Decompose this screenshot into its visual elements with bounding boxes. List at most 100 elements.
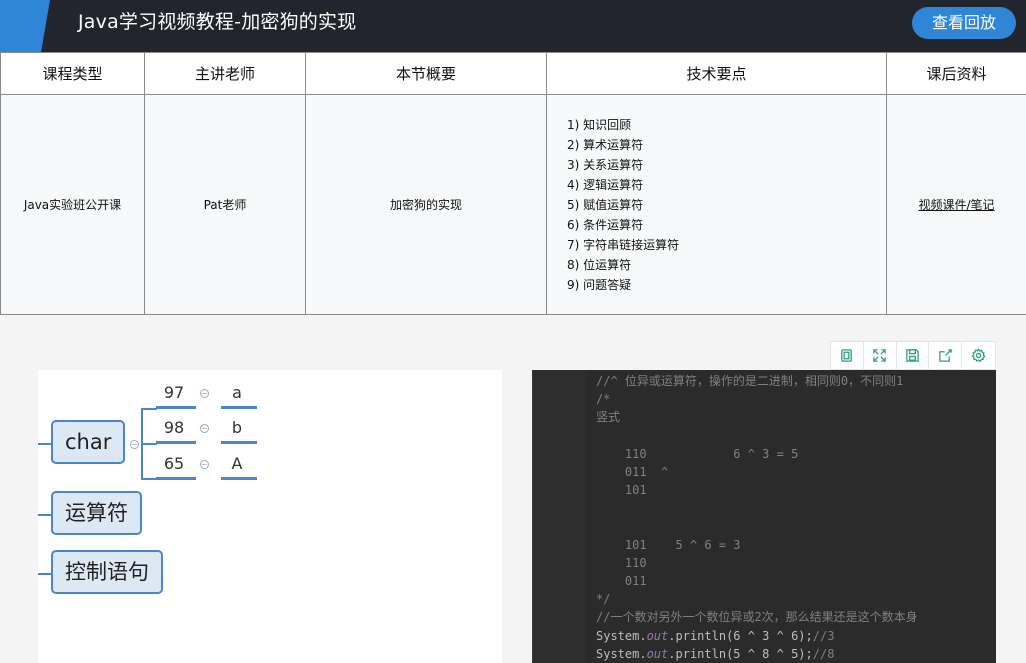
mindmap-node-char[interactable]: char — [51, 420, 126, 464]
code-line: 011 ^ — [596, 463, 918, 481]
code-comment: 011 — [596, 574, 647, 589]
code-comment: 110 6 ^ 3 = 5 — [596, 446, 799, 461]
list-item: 3) 关系运算符 — [567, 157, 644, 172]
code-viewer: //^ 位异或运算符，操作的是二进制，相同则0，不同则1 /* 竖式 110 6 ^… — [532, 370, 996, 663]
teacher-cell: Pat老师 — [144, 94, 306, 315]
materials-cell: 视频课件/笔记 — [886, 94, 1026, 315]
summary-cell: 加密狗的实现 — [305, 94, 547, 315]
connector-line — [141, 408, 157, 410]
copy-button[interactable] — [831, 342, 864, 369]
code-comment: 竖式 — [596, 410, 621, 425]
course-type-cell: Java实验班公开课 — [0, 94, 145, 315]
code-line: 101 5 ^ 6 = 3 — [596, 536, 918, 554]
code-line: //^ 位异或运算符，操作的是二进制，相同则0，不同则1 — [596, 372, 918, 390]
leaf-underline — [221, 441, 257, 444]
code-token: .println(6 ^ 3 ^ 6); — [668, 628, 813, 643]
code-line: System.out.println(5 ^ 8 ^ 5);//8 — [596, 645, 918, 663]
collapse-icon[interactable]: − — [130, 440, 139, 449]
connector-line — [141, 478, 157, 480]
mindmap-leaf-code[interactable]: 65 — [156, 454, 192, 473]
page-header: Java学习视频教程-加密狗的实现 查看回放 — [0, 0, 1026, 52]
save-button[interactable] — [897, 342, 930, 369]
code-line: System.out.println(6 ^ 3 ^ 6);//3 — [596, 627, 918, 645]
settings-icon — [971, 348, 986, 363]
header-accent — [0, 0, 50, 52]
line-gutter — [533, 370, 587, 663]
code-token: //8 — [812, 646, 835, 661]
collapse-icon[interactable]: − — [200, 424, 209, 433]
list-item: 8) 位运算符 — [567, 257, 632, 272]
leaf-underline — [221, 406, 257, 409]
collapse-icon[interactable]: − — [200, 460, 209, 469]
code-comment: */ — [596, 592, 611, 607]
code-comment: 101 5 ^ 6 = 3 — [596, 537, 741, 552]
code-comment: 110 — [596, 555, 647, 570]
header-materials: 课后资料 — [886, 52, 1026, 95]
fullscreen-button[interactable] — [864, 342, 897, 369]
mindmap-panel: char − 97 − a 98 − b 65 − A 运算符 控制语句 — [38, 370, 502, 663]
mindmap-node-operators[interactable]: 运算符 — [51, 491, 142, 535]
course-info-table: 课程类型 主讲老师 本节概要 技术要点 课后资料 Java实验班公开课 Pat老… — [0, 52, 1026, 315]
list-item: 5) 赋值运算符 — [567, 197, 644, 212]
mindmap-leaf-char[interactable]: A — [219, 454, 255, 473]
list-item: 7) 字符串链接运算符 — [567, 237, 680, 252]
connector-line — [38, 514, 51, 516]
code-comment: //^ 位异或运算符，操作的是二进制，相同则0，不同则1 — [596, 374, 904, 388]
mindmap-leaf-code[interactable]: 98 — [156, 418, 192, 437]
view-replay-button[interactable]: 查看回放 — [912, 7, 1016, 39]
save-icon — [906, 349, 919, 362]
share-button[interactable] — [929, 342, 963, 369]
table-row: Java实验班公开课 Pat老师 加密狗的实现 1) 知识回顾 2) 算术运算符… — [0, 94, 1026, 315]
code-line: 110 6 ^ 3 = 5 — [596, 445, 918, 463]
list-item: 4) 逻辑运算符 — [567, 177, 644, 192]
mindmap-node-control[interactable]: 控制语句 — [51, 550, 163, 594]
table-header-row: 课程类型 主讲老师 本节概要 技术要点 课后资料 — [0, 52, 1026, 95]
viewer-toolbar — [830, 341, 996, 370]
code-line: 101 — [596, 481, 918, 499]
copy-icon — [841, 349, 853, 362]
leaf-underline — [156, 477, 196, 480]
settings-button[interactable] — [962, 342, 995, 369]
page-title: Java学习视频教程-加密狗的实现 — [78, 11, 357, 33]
fullscreen-icon — [873, 349, 886, 362]
code-token: out — [646, 628, 669, 643]
code-line: 110 — [596, 554, 918, 572]
header-tech-points: 技术要点 — [546, 52, 887, 95]
connector-line — [141, 443, 157, 445]
materials-link[interactable]: 视频课件/笔记 — [918, 198, 994, 212]
code-content: //^ 位异或运算符，操作的是二进制，相同则0，不同则1 /* 竖式 110 6 ^… — [596, 372, 918, 663]
leaf-underline — [156, 441, 196, 444]
code-token: //3 — [812, 628, 835, 643]
code-token: out — [646, 646, 669, 661]
header-summary: 本节概要 — [305, 52, 547, 95]
list-item: 1) 知识回顾 — [567, 117, 632, 132]
code-line: 竖式 — [596, 408, 918, 426]
share-icon — [939, 349, 952, 362]
collapse-icon[interactable]: − — [200, 389, 209, 398]
header-teacher: 主讲老师 — [144, 52, 306, 95]
header-course-type: 课程类型 — [0, 52, 145, 95]
code-line: //一个数对另外一个数位异或2次，那么结果还是这个数本身 — [596, 608, 918, 626]
code-comment: //一个数对另外一个数位异或2次，那么结果还是这个数本身 — [596, 610, 918, 625]
mindmap-leaf-char[interactable]: a — [219, 383, 255, 402]
code-token: .println(5 ^ 8 ^ 5); — [668, 646, 813, 661]
connector-line — [38, 443, 51, 445]
code-comment: 101 — [596, 483, 647, 498]
leaf-underline — [156, 406, 196, 409]
code-comment: 011 ^ — [596, 464, 669, 479]
code-comment: /* — [596, 392, 611, 407]
leaf-underline — [221, 477, 257, 480]
code-token: System. — [596, 646, 647, 661]
code-line: 011 — [596, 572, 918, 590]
code-line: */ — [596, 590, 918, 608]
code-token: System. — [596, 628, 647, 643]
code-line: /* — [596, 390, 918, 408]
mindmap-leaf-code[interactable]: 97 — [156, 383, 192, 402]
tech-points-cell: 1) 知识回顾 2) 算术运算符 3) 关系运算符 4) 逻辑运算符 5) 赋值… — [546, 94, 887, 315]
mindmap-leaf-char[interactable]: b — [219, 418, 255, 437]
tech-points-list: 1) 知识回顾 2) 算术运算符 3) 关系运算符 4) 逻辑运算符 5) 赋值… — [567, 115, 886, 295]
connector-line — [38, 573, 51, 575]
